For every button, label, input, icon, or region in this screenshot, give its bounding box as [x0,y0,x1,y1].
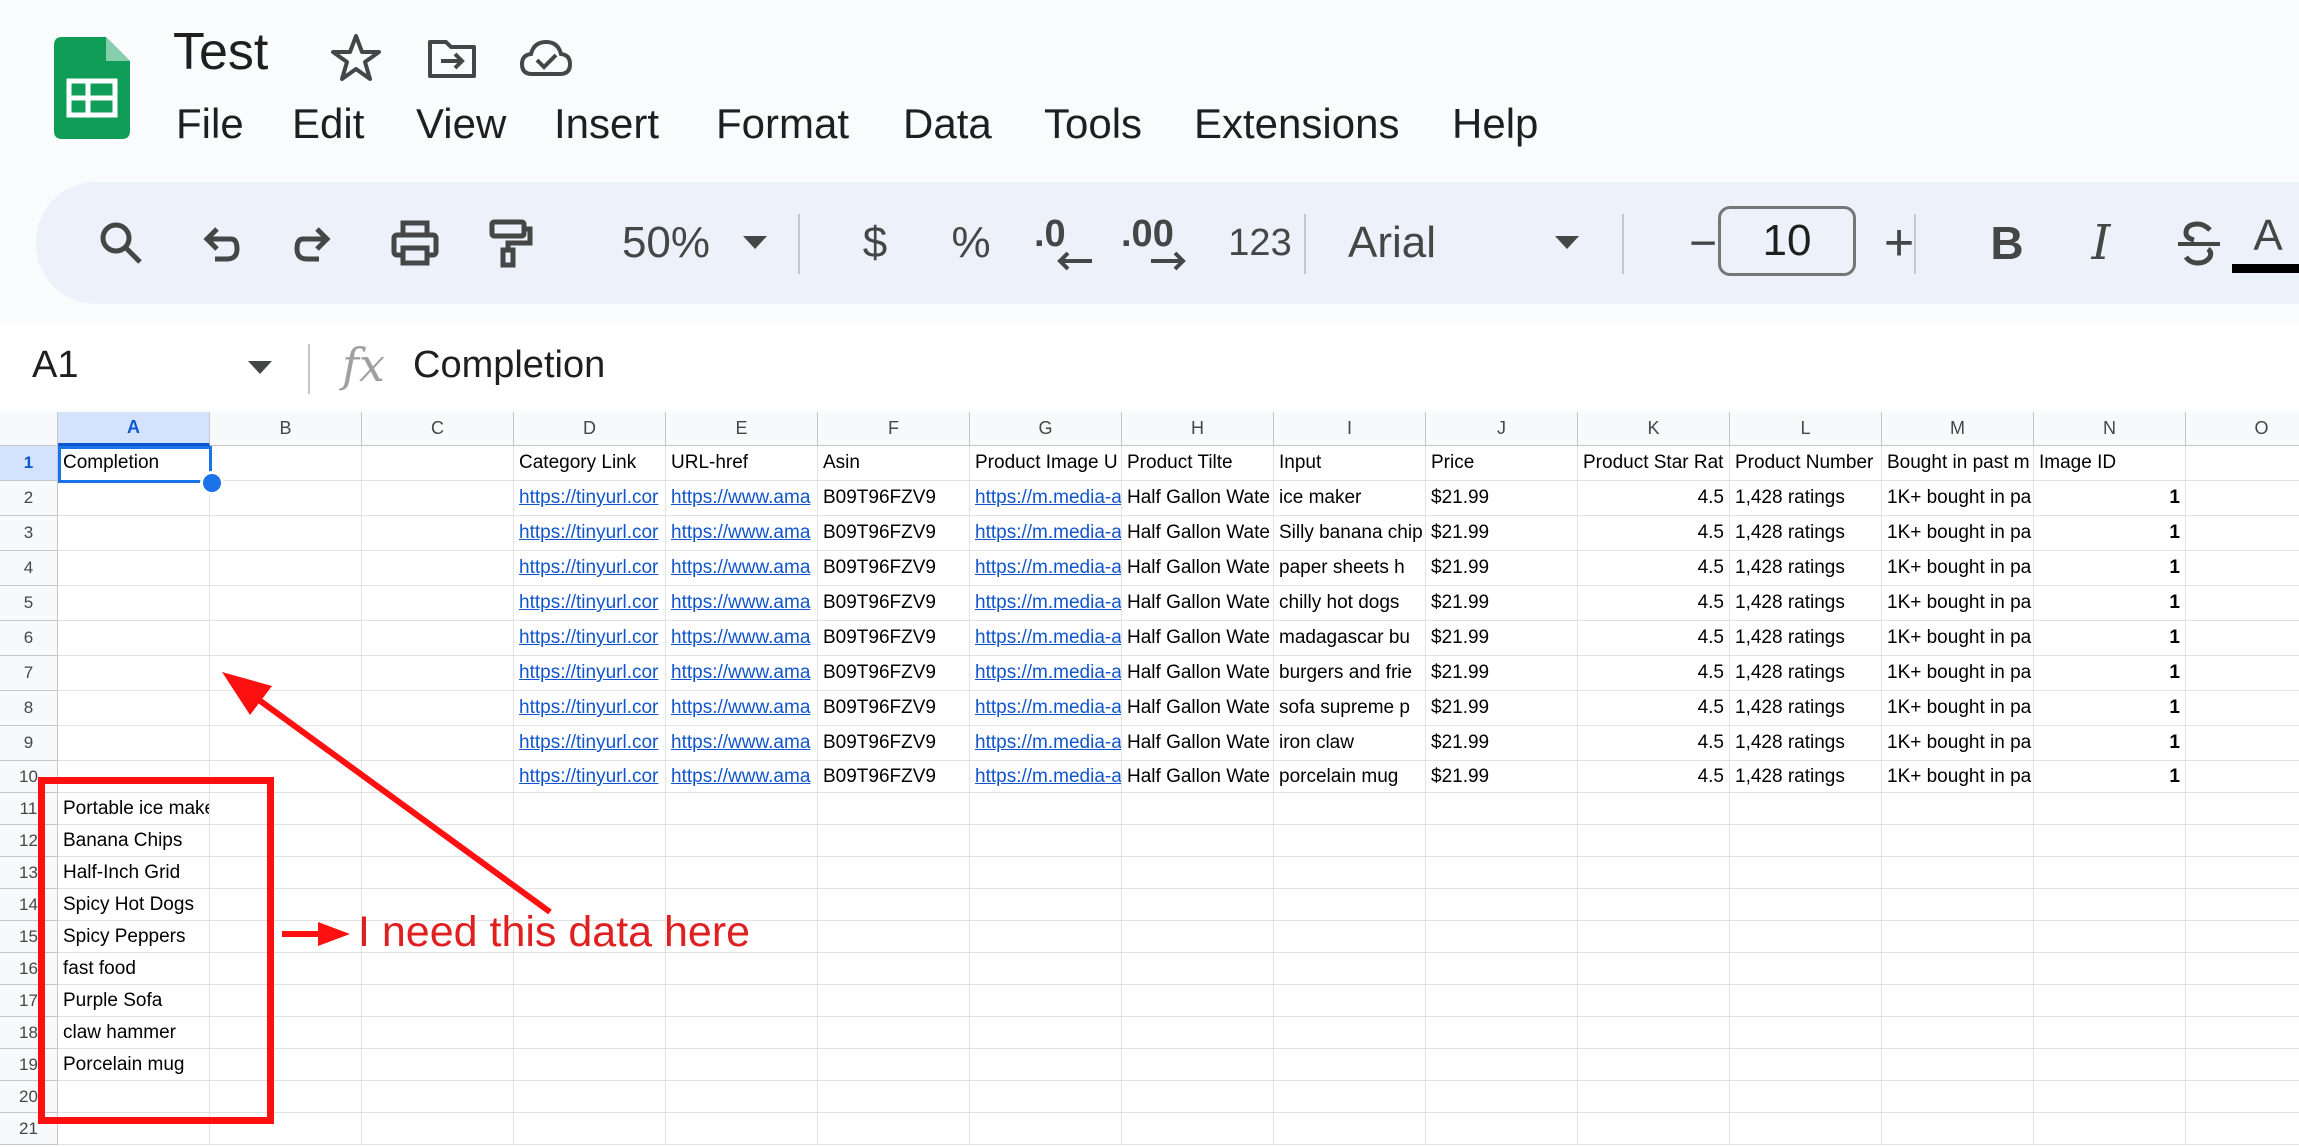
arrow-line-to-column-a [246,689,552,915]
name-box[interactable]: A1 [32,344,78,387]
font-name: Arial [1348,218,1437,267]
minus-label: − [1688,216,1718,270]
toolbar-divider [1304,214,1306,274]
chevron-down-icon [1555,236,1579,249]
menu-file[interactable]: File [176,100,244,148]
menu-insert[interactable]: Insert [554,100,659,148]
toolbar-divider [798,214,800,274]
toolbar: 50% $ % .0 .00 123 Arial − + B I A [36,182,2299,304]
arrow-head-up [222,672,272,715]
decrease-decimal-button[interactable]: .0 [1020,182,1110,304]
menu-format[interactable]: Format [716,100,849,148]
number-format-label: 123 [1228,221,1292,264]
formula-bar: A1 fx Completion [0,324,2299,410]
annotation-text: I need this data here [358,908,751,956]
toolbar-divider [1914,214,1916,274]
title-bar: Test File Edit View Insert Format Data T… [0,0,2299,180]
more-formats-button[interactable]: 123 [1210,182,1310,304]
print-icon [391,220,439,266]
font-dropdown[interactable] [1542,182,1592,304]
sheets-logo-icon[interactable] [54,37,130,139]
menu-view[interactable]: View [416,100,506,148]
text-color-swatch [2232,263,2299,273]
currency-format-button[interactable]: $ [840,182,910,304]
increase-decimal-button[interactable]: .00 [1112,182,1212,304]
italic-button[interactable]: I [2066,182,2136,304]
formula-input[interactable]: Completion [413,344,605,387]
bold-button[interactable]: B [1972,182,2042,304]
redo-icon [294,227,331,262]
plus-label: + [1883,214,1915,272]
zoom-value: 50% [621,218,711,267]
search-icon [100,222,142,264]
zoom-select[interactable]: 50% [576,182,756,304]
fx-icon: fx [342,338,385,392]
paint-format-icon [489,219,533,268]
strikethrough-button[interactable] [2164,182,2234,304]
move-folder-icon[interactable] [424,30,480,86]
star-icon[interactable] [328,30,384,86]
arrow-head-right [318,922,350,946]
chevron-down-icon[interactable] [246,358,274,378]
text-color-button[interactable]: A [2228,182,2299,304]
menu-extensions[interactable]: Extensions [1194,100,1399,148]
undo-icon [203,227,240,262]
print-button[interactable] [380,182,450,304]
percent-label: % [951,218,991,267]
cloud-saved-icon[interactable] [518,30,574,86]
annotation-arrows [222,672,552,946]
undo-button[interactable] [184,182,254,304]
paint-format-button[interactable] [476,182,546,304]
menu-data[interactable]: Data [903,100,992,148]
menu-help[interactable]: Help [1452,100,1538,148]
redo-button[interactable] [280,182,350,304]
strikethrough-icon [2178,221,2220,266]
increase-decimal-icon: .00 [1117,213,1207,273]
percent-format-button[interactable]: % [936,182,1006,304]
formula-divider [308,344,310,394]
font-size-input[interactable]: 10 [1718,206,1856,276]
search-menus-button[interactable] [86,182,156,304]
font-size-value: 10 [1762,216,1812,265]
menu-edit[interactable]: Edit [292,100,364,148]
italic-label: I [2091,215,2111,271]
increase-font-size-button[interactable]: + [1864,182,1934,304]
currency-label: $ [862,218,888,267]
toolbar-divider [1622,214,1624,274]
font-select[interactable]: Arial [1336,182,1568,304]
decrease-decimal-icon: .0 [1030,213,1100,273]
text-color-label: A [2253,210,2283,260]
bold-label: B [1990,217,2024,269]
document-title[interactable]: Test [173,22,268,82]
chevron-down-icon [743,236,767,249]
spreadsheet-grid[interactable]: A B C D E F G H I J K L M N O 1 2 3 4 5 6 7 8 9 10 11 12 13 14 15 16 17… [0,412,2299,1147]
zoom-dropdown[interactable] [730,182,780,304]
menu-tools[interactable]: Tools [1044,100,1142,148]
